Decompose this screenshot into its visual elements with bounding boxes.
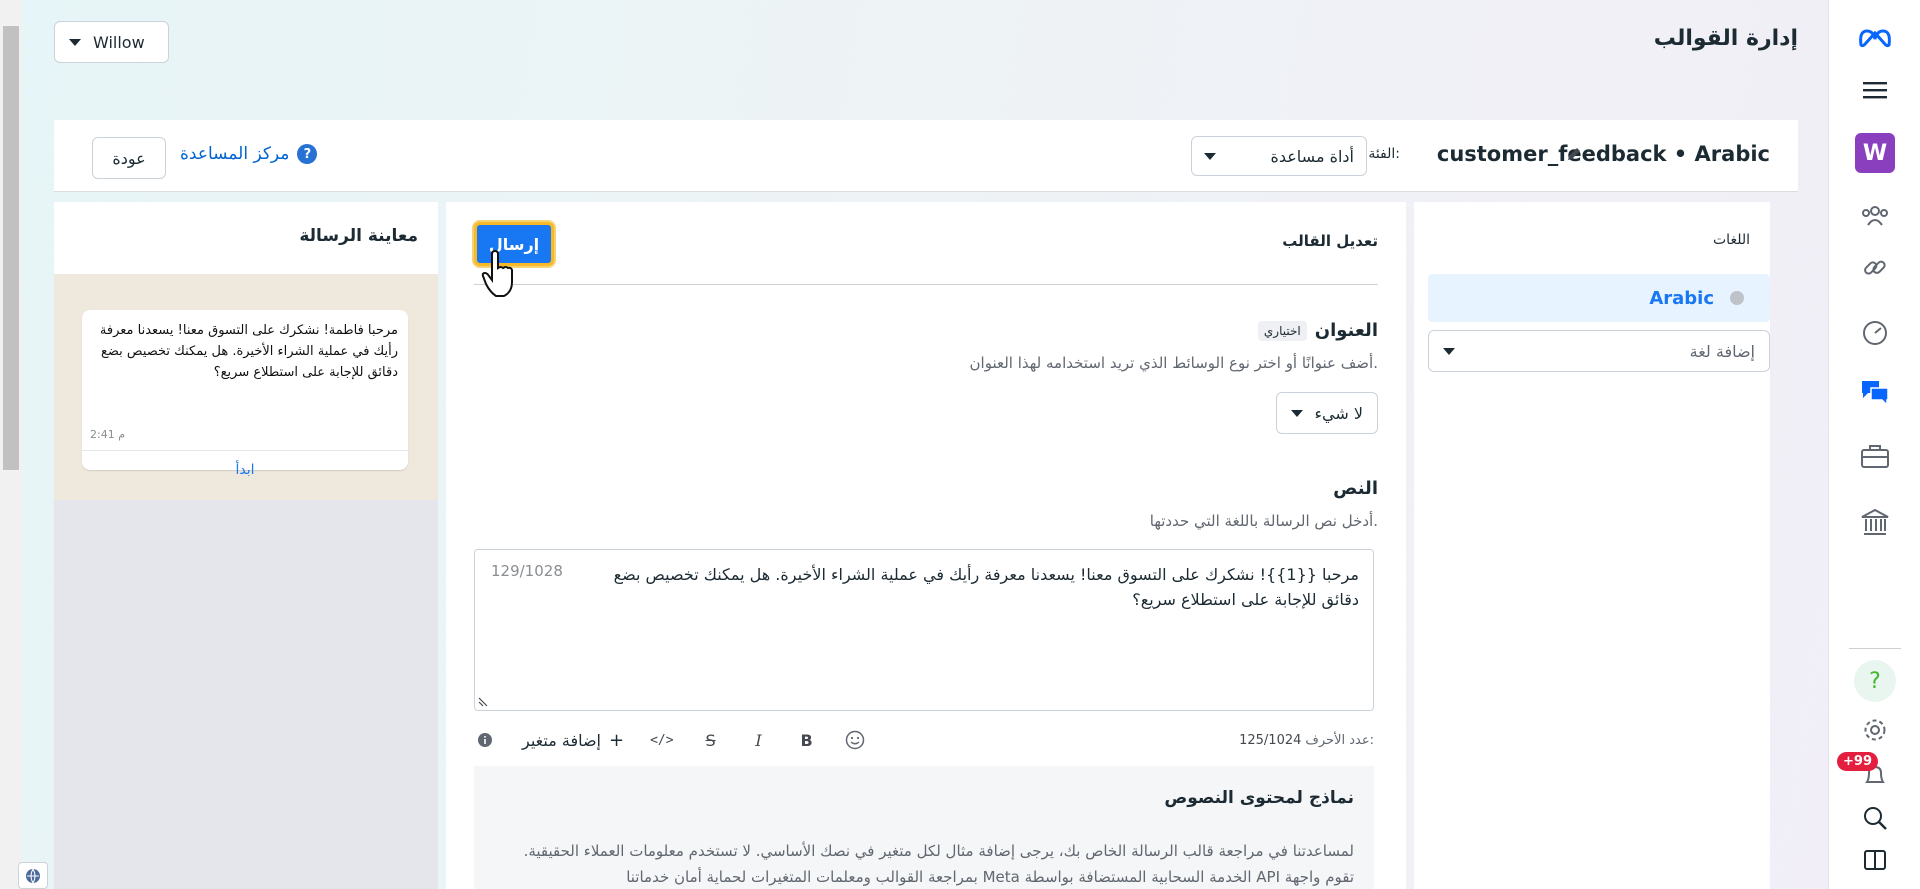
workspace-avatar[interactable]: W xyxy=(1852,133,1898,173)
chevron-down-icon xyxy=(1443,347,1455,355)
account-name: Willow xyxy=(93,32,145,52)
body-section-title: النص xyxy=(1333,478,1378,499)
divider xyxy=(474,284,1378,285)
add-language-select[interactable]: إضافة لغة xyxy=(1428,330,1770,372)
languages-title: اللغات xyxy=(1713,232,1750,248)
help-center-label: مركز المساعدة xyxy=(180,144,290,164)
status-dot-icon xyxy=(1730,291,1744,305)
link-icon[interactable] xyxy=(1852,248,1898,288)
sample-content-section: نماذج لمحتوى النصوص لمساعدتنا في مراجعة … xyxy=(474,766,1374,889)
bold-icon[interactable]: B xyxy=(796,731,818,750)
settings-gear-icon[interactable] xyxy=(1852,710,1898,750)
body-text-value: مرحبا {{1}}! نشكرك على التسوق معنا! يسعد… xyxy=(613,565,1359,609)
code-icon[interactable]: </> xyxy=(650,733,673,748)
body-text-input[interactable]: مرحبا {{1}}! نشكرك على التسوق معنا! يسعد… xyxy=(474,549,1374,711)
header-section-desc: أضف عنوانًا أو اختر نوع الوسائط الذي تري… xyxy=(969,354,1378,372)
formatting-toolbar: إضافة متغير + </> S I B 125/1024 عدد الأ… xyxy=(474,722,1374,758)
page-title: إدارة القوالب xyxy=(1653,26,1798,51)
character-count-label: عدد الأحرف: xyxy=(1305,732,1374,748)
start-cta-button[interactable]: ابدأ xyxy=(82,462,408,478)
character-count-value: 125/1024 xyxy=(1239,732,1302,748)
body-text-counter: 129/1028 xyxy=(491,562,563,580)
workspace-initial: W xyxy=(1855,133,1895,173)
help-center-link[interactable]: مركز المساعدة ? xyxy=(180,144,318,164)
preview-title: معاينة الرسالة xyxy=(299,226,418,246)
account-selector[interactable]: Willow xyxy=(54,21,169,63)
info-icon[interactable] xyxy=(474,732,496,748)
template-name: customer_feedback • Arabic xyxy=(1436,142,1770,166)
category-value: أداة مساعدة xyxy=(1270,146,1354,166)
languages-panel: اللغات Arabic إضافة لغة xyxy=(1414,202,1770,889)
edit-name-pencil-icon[interactable] xyxy=(1566,146,1582,162)
chat-icon[interactable] xyxy=(1852,372,1898,412)
divider xyxy=(82,450,408,451)
message-time: 2:41 م xyxy=(90,428,126,441)
briefcase-icon[interactable] xyxy=(1852,436,1898,476)
message-bubble: مرحبا فاطمة! نشكرك على التسوق معنا! يسعد… xyxy=(82,310,408,478)
samples-desc: لمساعدتنا في مراجعة قالب الرسالة الخاص ب… xyxy=(523,842,1354,886)
header-section-title: اختياري العنوان xyxy=(1257,320,1378,341)
category-label: الفئة: xyxy=(1368,146,1400,162)
hand-cursor-icon xyxy=(481,250,513,297)
question-icon: ? xyxy=(1869,668,1881,694)
scrollbar-thumb[interactable] xyxy=(3,26,19,470)
chevron-down-icon xyxy=(1204,152,1216,160)
page-scrollbar[interactable] xyxy=(0,0,22,889)
strikethrough-icon[interactable]: S xyxy=(700,731,722,750)
media-value: لا شيء xyxy=(1314,403,1363,423)
emoji-icon[interactable] xyxy=(844,730,866,750)
resize-handle-icon[interactable] xyxy=(477,696,489,708)
template-editor: تعديل القالب إرسال اختياري العنوان أضف ع… xyxy=(446,202,1406,889)
samples-title: نماذج لمحتوى النصوص xyxy=(1164,788,1354,808)
chevron-down-icon xyxy=(1291,409,1303,417)
back-button[interactable]: عودة xyxy=(92,137,166,179)
question-icon: ? xyxy=(297,144,318,164)
search-icon[interactable] xyxy=(1852,798,1898,838)
add-language-placeholder: إضافة لغة xyxy=(1689,341,1755,361)
preview-empty-area xyxy=(54,500,438,889)
template-header: customer_feedback • Arabic الفئة: أداة م… xyxy=(54,120,1798,192)
body-section-desc: أدخل نص الرسالة باللغة التي حددتها. xyxy=(1149,512,1378,530)
chat-background: مرحبا فاطمة! نشكرك على التسوق معنا! يسعد… xyxy=(54,274,438,500)
meta-logo-icon[interactable] xyxy=(1852,18,1898,58)
notification-badge: +99 xyxy=(1837,752,1878,771)
divider xyxy=(1849,648,1901,649)
add-variable-label: إضافة متغير xyxy=(522,730,601,750)
menu-icon[interactable] xyxy=(1852,70,1898,110)
add-variable-button[interactable]: إضافة متغير + xyxy=(522,730,624,751)
language-item-arabic[interactable]: Arabic xyxy=(1428,274,1770,322)
gauge-icon[interactable] xyxy=(1852,313,1898,353)
right-nav-rail: W ? +99 xyxy=(1828,0,1920,889)
chevron-down-icon xyxy=(69,38,81,46)
help-icon[interactable]: ? xyxy=(1852,660,1898,702)
panel-toggle-icon[interactable] xyxy=(1852,840,1898,880)
plus-icon: + xyxy=(609,729,625,751)
header-section-label: العنوان xyxy=(1314,320,1378,341)
language-name: Arabic xyxy=(1649,287,1714,309)
header-media-select[interactable]: لا شيء xyxy=(1276,392,1378,434)
bank-icon[interactable] xyxy=(1852,502,1898,542)
people-icon[interactable] xyxy=(1852,196,1898,236)
globe-icon[interactable] xyxy=(18,862,48,889)
optional-badge: اختياري xyxy=(1257,320,1307,341)
editor-title: تعديل القالب xyxy=(1282,232,1378,250)
preview-message: مرحبا فاطمة! نشكرك على التسوق معنا! يسعد… xyxy=(99,323,398,380)
category-select[interactable]: أداة مساعدة xyxy=(1191,136,1367,176)
character-count: 125/1024 عدد الأحرف: xyxy=(1239,733,1374,748)
italic-icon[interactable]: I xyxy=(748,731,770,750)
